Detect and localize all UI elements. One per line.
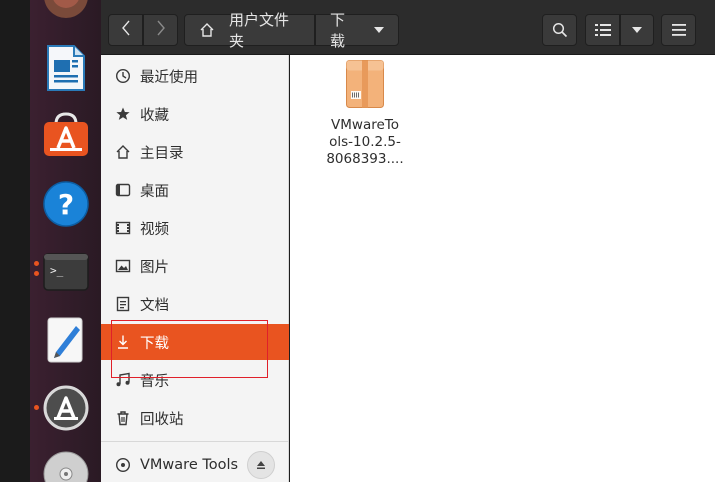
path-button-home[interactable]: 用户文件夹	[184, 11, 315, 50]
sidebar: 最近使用 收藏 主目录 桌面 视频 图片 文档 下载 音乐 回收站 VMware…	[101, 55, 289, 482]
menu-button[interactable]	[661, 14, 696, 46]
path-button-current[interactable]: 下载	[315, 11, 399, 50]
sidebar-item-label: 收藏	[140, 107, 169, 124]
sidebar-item-label: 桌面	[140, 183, 169, 200]
search-icon	[552, 22, 568, 38]
home-icon	[199, 22, 215, 38]
sidebar-item-trash[interactable]: 回收站	[101, 400, 289, 436]
trash-icon	[115, 410, 131, 426]
path-label: 下载	[330, 11, 346, 50]
sidebar-item-label: 最近使用	[140, 69, 198, 86]
chevron-down-icon	[632, 27, 642, 33]
sidebar-item-pictures[interactable]: 图片	[101, 248, 289, 284]
document-icon	[115, 296, 131, 312]
sidebar-item-documents[interactable]: 文档	[101, 286, 289, 322]
view-options-button[interactable]	[620, 14, 654, 46]
star-icon	[115, 106, 131, 122]
file-label-line: VMwareTo	[331, 117, 399, 133]
sidebar-separator	[101, 441, 289, 442]
dock: ? >_	[0, 0, 101, 482]
film-icon	[115, 220, 131, 236]
software-updater-icon[interactable]	[40, 382, 92, 434]
list-view-icon	[594, 23, 611, 37]
annotation-highlight-box	[111, 320, 268, 378]
dvd-drive-icon[interactable]	[40, 450, 92, 482]
help-icon[interactable]: ?	[40, 178, 92, 230]
desktop-screen: ? >_ 用户文件夹 下载 最近使用 收藏 主目录 桌面 视频 图片 文档 下载…	[0, 0, 715, 482]
terminal-icon[interactable]: >_	[40, 246, 92, 298]
sidebar-item-desktop[interactable]: 桌面	[101, 172, 289, 208]
sidebar-item-recent[interactable]: 最近使用	[101, 58, 289, 94]
sidebar-item-label: 视频	[140, 221, 169, 238]
text-editor-icon[interactable]	[40, 314, 92, 366]
archive-icon	[345, 59, 385, 113]
file-view: VMwareTo ols-10.2.5- 8068393....	[290, 55, 715, 482]
chevron-down-icon	[374, 27, 384, 33]
sidebar-item-videos[interactable]: 视频	[101, 210, 289, 246]
sidebar-item-label: VMware Tools	[140, 457, 239, 473]
sidebar-item-home[interactable]: 主目录	[101, 134, 289, 170]
home-icon	[115, 144, 131, 160]
running-indicator	[34, 261, 39, 266]
running-indicator	[34, 405, 39, 410]
sidebar-item-label: 主目录	[140, 145, 184, 162]
eject-button[interactable]	[247, 451, 275, 479]
svg-text:>_: >_	[50, 264, 64, 277]
image-icon	[115, 258, 131, 274]
chevron-left-icon	[121, 20, 131, 40]
file-label-line: ols-10.2.5-	[329, 134, 401, 150]
clock-icon	[115, 68, 131, 84]
back-button[interactable]	[108, 14, 143, 46]
desktop-icon	[115, 182, 131, 198]
running-indicator	[34, 271, 39, 276]
trash-app-icon[interactable]	[40, 0, 92, 24]
hamburger-icon	[671, 24, 686, 36]
eject-icon	[256, 460, 266, 470]
ubuntu-software-icon[interactable]	[40, 110, 92, 162]
sidebar-item-label: 回收站	[140, 411, 184, 428]
sidebar-item-label: 图片	[140, 259, 169, 276]
header-bar: 用户文件夹 下载	[101, 0, 715, 55]
forward-button[interactable]	[143, 14, 178, 46]
svg-text:?: ?	[58, 188, 74, 221]
dock-edge	[0, 0, 30, 482]
path-label: 用户文件夹	[229, 11, 290, 50]
sidebar-item-vmware-tools[interactable]: VMware Tools	[101, 447, 289, 482]
disc-icon	[115, 457, 131, 473]
file-label: VMwareTo ols-10.2.5- 8068393....	[320, 117, 410, 168]
search-button[interactable]	[542, 14, 577, 46]
sidebar-item-label: 文档	[140, 297, 169, 314]
sidebar-item-starred[interactable]: 收藏	[101, 96, 289, 132]
view-toggle-button[interactable]	[585, 14, 620, 46]
file-item[interactable]: VMwareTo ols-10.2.5- 8068393....	[320, 59, 410, 168]
file-label-line: 8068393....	[326, 151, 404, 167]
chevron-right-icon	[156, 20, 166, 40]
libreoffice-writer-icon[interactable]	[40, 42, 92, 94]
